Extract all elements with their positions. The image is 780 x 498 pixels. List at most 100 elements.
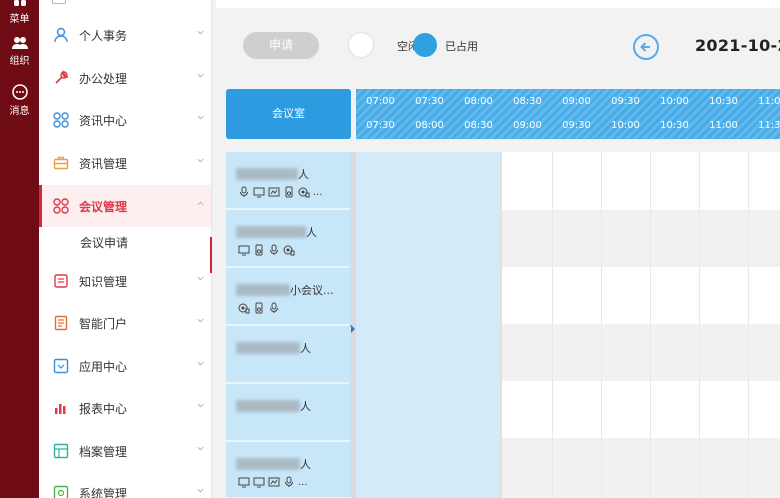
time-end: 10:00 bbox=[611, 120, 640, 131]
bar-chart-icon bbox=[51, 398, 71, 418]
time-end: 09:00 bbox=[513, 120, 542, 131]
monitor-icon bbox=[238, 477, 250, 488]
room-equipment: ... bbox=[238, 186, 323, 198]
grid-line bbox=[650, 152, 651, 498]
room-name-suffix: 人 bbox=[300, 458, 311, 471]
chevron-down-icon bbox=[197, 361, 204, 366]
sidebar-item-personal[interactable]: 个人事务 bbox=[39, 14, 211, 56]
sidebar-item-knowledge[interactable]: 知识管理 bbox=[39, 260, 211, 302]
time-end: 09:30 bbox=[562, 120, 591, 131]
current-date: 2021-10-2 bbox=[695, 36, 780, 55]
grid-line bbox=[699, 152, 700, 498]
app-rail: 菜单 组织 消息 bbox=[0, 0, 39, 498]
room-row[interactable]: 人 bbox=[226, 210, 351, 267]
gear-icon bbox=[51, 483, 71, 498]
time-start: 09:30 bbox=[611, 96, 640, 107]
redacted-text bbox=[236, 342, 300, 354]
submenu-item-meeting-apply[interactable]: 会议申请 bbox=[39, 226, 211, 260]
grid-line bbox=[601, 152, 602, 498]
redacted-text bbox=[236, 284, 290, 296]
chevron-down-icon bbox=[197, 488, 204, 493]
room-row[interactable]: 小会议... bbox=[226, 268, 351, 325]
sidebar-item-reports[interactable]: 报表中心 bbox=[39, 387, 211, 429]
grid-circles-icon bbox=[51, 110, 71, 130]
room-row[interactable]: 人 bbox=[226, 384, 351, 441]
time-end: 08:30 bbox=[464, 120, 493, 131]
microphone-icon bbox=[270, 244, 278, 255]
redacted-text bbox=[236, 458, 300, 470]
webcam-icon bbox=[283, 245, 295, 256]
room-name-suffix: 人 bbox=[298, 168, 309, 181]
sidebar-item-label: 资讯中心 bbox=[79, 113, 128, 128]
time-start: 09:00 bbox=[562, 96, 591, 107]
room-row[interactable]: 人 bbox=[226, 326, 351, 383]
rail-item-label: 菜单 bbox=[9, 14, 30, 25]
time-start: 08:00 bbox=[464, 96, 493, 107]
sidebar-item-meeting-admin[interactable]: 会议管理 bbox=[39, 185, 211, 227]
sidebar-item-label: 报表中心 bbox=[79, 401, 128, 416]
room-row[interactable]: 人 ... bbox=[226, 152, 351, 209]
room-list: 人 ... 人 小会议... 人 人 人 ... bbox=[226, 152, 351, 498]
sidebar-item-portal[interactable]: 智能门户 bbox=[39, 302, 211, 344]
chevron-down-icon bbox=[197, 446, 204, 451]
people-icon bbox=[11, 37, 28, 49]
chevron-down-icon bbox=[197, 276, 204, 281]
room-name-suffix: 小会议... bbox=[290, 284, 334, 297]
room-name: 人 bbox=[236, 398, 311, 414]
time-start: 07:30 bbox=[415, 96, 444, 107]
time-end: 11:30 bbox=[758, 120, 780, 131]
chevron-down-icon bbox=[197, 73, 204, 78]
speaker-icon bbox=[255, 244, 263, 256]
rail-item-messages[interactable]: 消息 bbox=[0, 84, 39, 117]
time-end: 10:30 bbox=[660, 120, 689, 131]
speaker-icon bbox=[285, 186, 293, 198]
more-equipment: ... bbox=[298, 476, 308, 488]
previous-date-button[interactable] bbox=[633, 34, 659, 60]
webcam-icon bbox=[238, 303, 250, 314]
time-start: 10:00 bbox=[660, 96, 689, 107]
time-header: 07:00 07:30 07:30 08:00 08:00 08:30 08:3… bbox=[356, 89, 780, 139]
grid-line bbox=[748, 152, 749, 498]
rail-item-menu[interactable]: 菜单 bbox=[0, 0, 39, 25]
room-name: 小会议... bbox=[236, 282, 334, 298]
projector-icon bbox=[268, 477, 280, 487]
sidebar-item-label: 应用中心 bbox=[79, 359, 128, 374]
time-start: 10:30 bbox=[709, 96, 738, 107]
rail-item-org[interactable]: 组织 bbox=[0, 36, 39, 67]
grid-circles-icon bbox=[51, 196, 71, 216]
rail-item-label: 组织 bbox=[9, 56, 30, 67]
sidebar-item-label: 会议管理 bbox=[79, 199, 128, 214]
apply-button[interactable]: 申请 bbox=[243, 32, 319, 59]
chevron-down-icon bbox=[197, 403, 204, 408]
monitor-icon bbox=[253, 477, 265, 488]
archive-icon bbox=[51, 441, 71, 461]
chat-bubble-icon bbox=[11, 84, 28, 100]
sidebar-item-news-admin[interactable]: 资讯管理 bbox=[39, 142, 211, 184]
redacted-text bbox=[236, 168, 298, 180]
rail-item-label: 消息 bbox=[9, 106, 30, 117]
room-column-header: 会议室 bbox=[226, 89, 351, 139]
arrow-left-icon bbox=[640, 42, 650, 52]
room-row[interactable]: 人 ... bbox=[226, 442, 351, 498]
time-end: 07:30 bbox=[366, 120, 395, 131]
redacted-text bbox=[236, 226, 306, 238]
sidebar-item-office[interactable]: 办公处理 bbox=[39, 57, 211, 99]
occupied-block[interactable] bbox=[356, 152, 502, 498]
sidebar-item-news-center[interactable]: 资讯中心 bbox=[39, 99, 211, 141]
main-content: 申请 空闲 已占用 2021-10-2 会议室 07:00 07:30 07:3… bbox=[212, 0, 780, 498]
time-start: 08:30 bbox=[513, 96, 542, 107]
room-name-suffix: 人 bbox=[300, 342, 311, 355]
sidebar-item-label: 智能门户 bbox=[79, 316, 128, 331]
sidebar-item-label: 个人事务 bbox=[79, 28, 128, 43]
top-strip bbox=[216, 0, 780, 8]
monitor-icon bbox=[238, 245, 250, 256]
sidebar-item-archive[interactable]: 档案管理 bbox=[39, 430, 211, 472]
sidebar-item-label: 系统管理 bbox=[79, 486, 128, 498]
legend-used-swatch bbox=[413, 33, 437, 57]
sidebar-item-apps[interactable]: 应用中心 bbox=[39, 345, 211, 387]
chevron-down-icon bbox=[197, 30, 204, 35]
microphone-icon bbox=[270, 302, 278, 313]
grid-row-shade bbox=[502, 210, 780, 267]
room-equipment: ... bbox=[238, 476, 308, 488]
sidebar-item-system[interactable]: 系统管理 bbox=[39, 472, 211, 498]
